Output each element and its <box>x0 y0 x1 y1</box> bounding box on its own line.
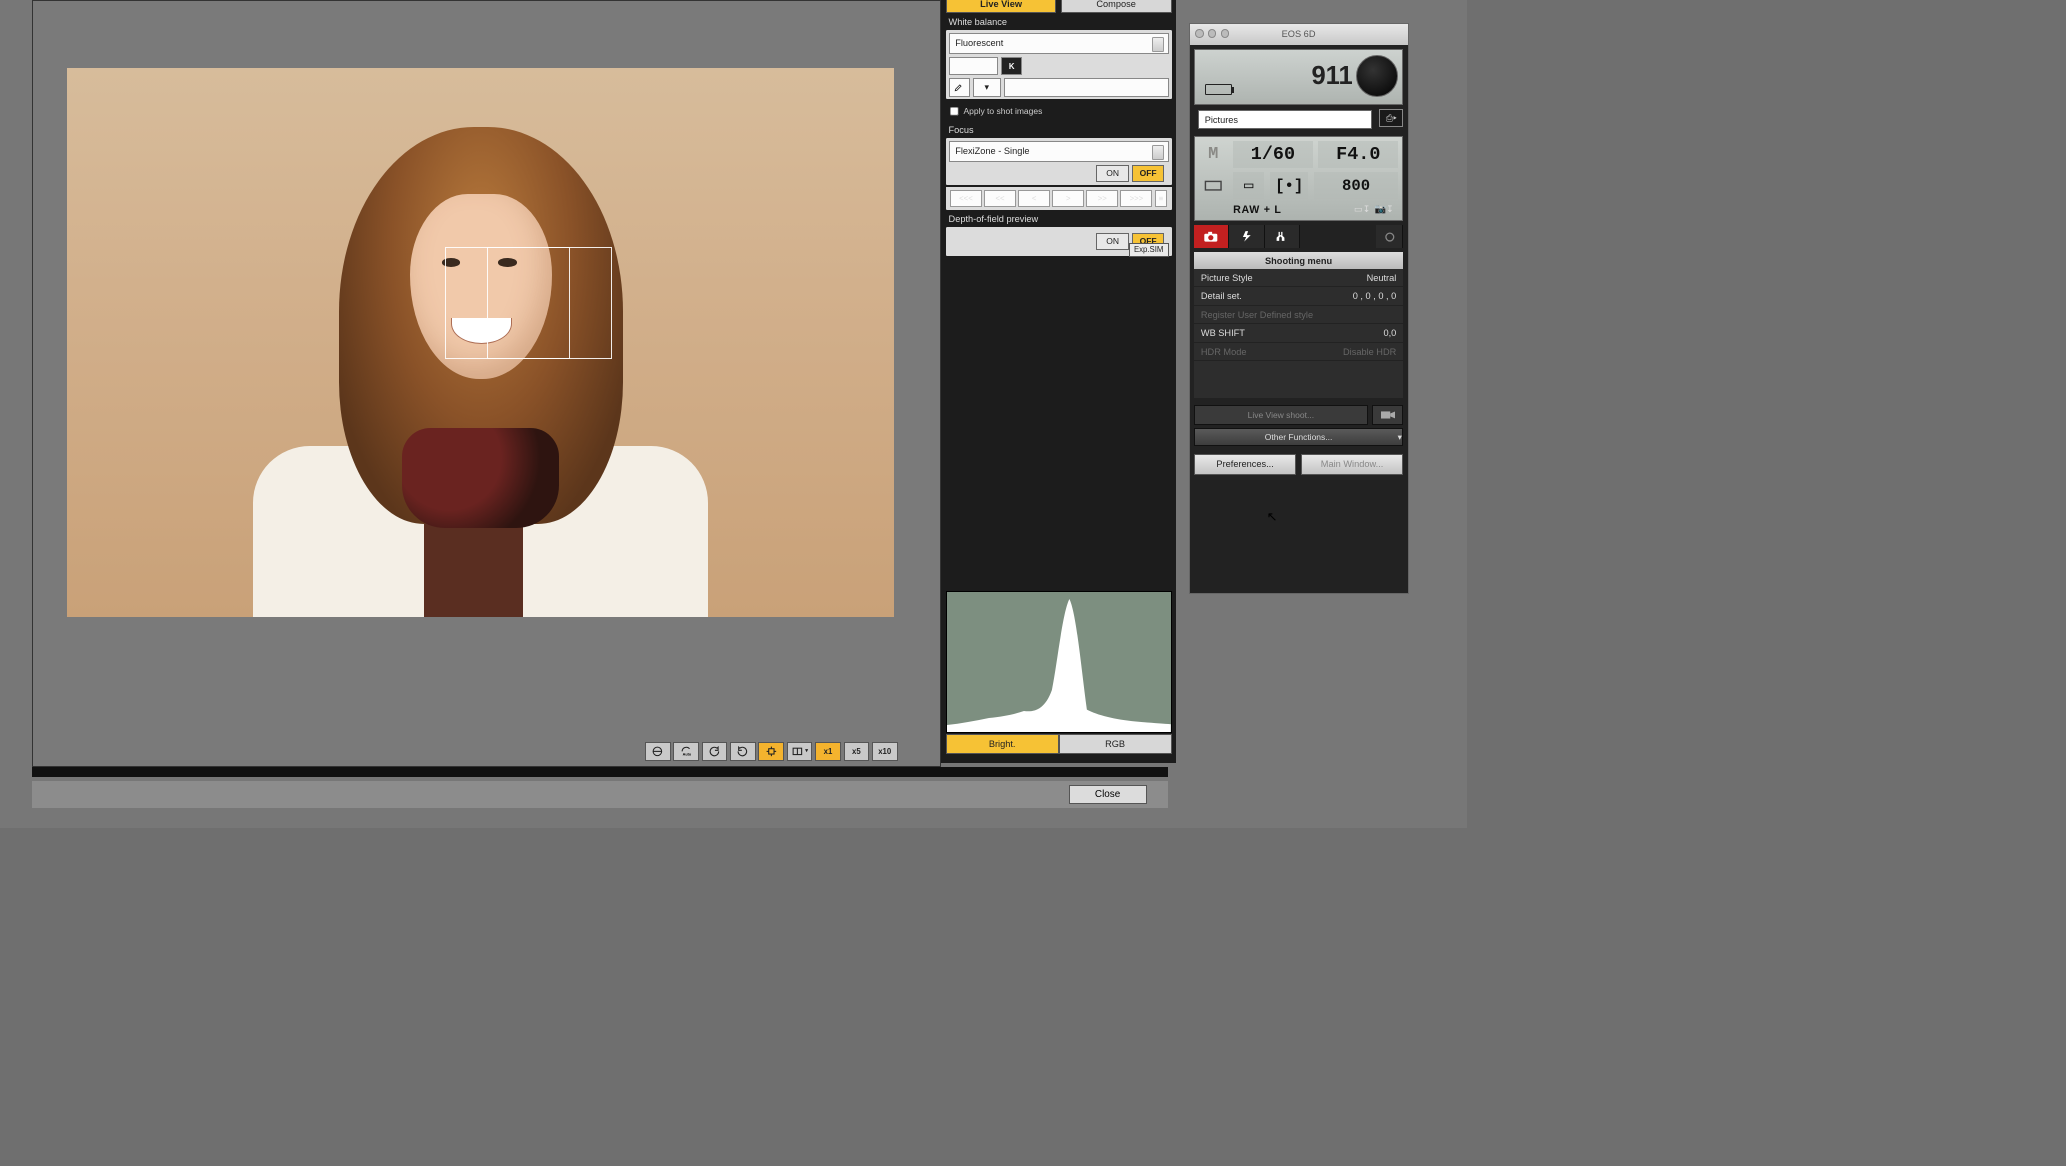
metering-mode-button[interactable]: [•] <box>1270 172 1308 199</box>
auto-rotate-button[interactable]: Auto <box>673 742 699 762</box>
panel-tabs <box>1194 225 1404 248</box>
save-folder-field[interactable]: Pictures <box>1198 110 1372 128</box>
tab-compose[interactable]: Compose <box>1061 0 1172 13</box>
menu-row-wb-shift[interactable]: WB SHIFT0,0 <box>1194 324 1404 342</box>
focus-nav-back2[interactable]: << <box>984 190 1016 207</box>
shooting-menu-header: Shooting menu <box>1194 252 1404 269</box>
zoom-10x-button[interactable]: x10 <box>872 742 898 762</box>
menu-row-picture-style[interactable]: Picture StyleNeutral <box>1194 269 1404 287</box>
focus-area-small[interactable] <box>487 247 570 359</box>
exposure-lcd: M 1/60 F4.0 ▭ [•] 800 RAW + L ▭↧ 📷↧ <box>1194 136 1404 221</box>
focus-title: Focus <box>941 121 1175 138</box>
dof-on-button[interactable]: ON <box>1096 233 1129 250</box>
apply-shot-images-label: Apply to shot images <box>963 106 1042 116</box>
tab-tools[interactable] <box>1265 225 1301 248</box>
live-view-toolbar: Auto ▾ x1 x5 x10 <box>645 742 898 762</box>
histogram-bright-button[interactable]: Bright. <box>946 734 1059 754</box>
live-view-window: Auto ▾ x1 x5 x10 <box>32 0 941 767</box>
wb-sub-select[interactable]: ▾ <box>973 78 1001 96</box>
rotate-cw-button[interactable] <box>730 742 756 762</box>
focus-nav-row: <<< << < > >> >>> ≡ <box>946 187 1172 210</box>
tab-live-view[interactable]: Live View <box>946 0 1057 13</box>
focus-nav-back1[interactable]: < <box>1018 190 1050 207</box>
tab-shooting[interactable] <box>1194 225 1230 248</box>
aspect-overlay-button[interactable]: ▾ <box>787 742 813 762</box>
camera-control-window: EOS 6D 911 Pictures ⎙▸ M 1/60 F4.0 ▭ [•]… <box>1189 23 1409 594</box>
shutter-speed-button[interactable]: 1/60 <box>1233 141 1313 168</box>
rotate-ccw-button[interactable] <box>702 742 728 762</box>
shooting-menu-list: Picture StyleNeutral Detail set.0 , 0 , … <box>1194 269 1404 361</box>
bottom-bar: Close <box>32 781 1168 808</box>
save-folder-browse-button[interactable]: ⎙▸ <box>1379 109 1403 127</box>
portrait-placeholder <box>282 105 680 616</box>
white-balance-title: White balance <box>941 13 1175 30</box>
tab-flash[interactable] <box>1229 225 1265 248</box>
window-controls[interactable] <box>1195 29 1229 38</box>
camera-lcd-shots: 911 <box>1194 49 1404 104</box>
wb-color-field[interactable] <box>1004 78 1169 96</box>
histogram <box>946 591 1172 733</box>
wb-value-field[interactable] <box>949 57 999 75</box>
aperture-button[interactable]: F4.0 <box>1318 141 1398 168</box>
dof-title: Depth-of-field preview <box>941 210 1175 227</box>
apply-shot-images-row: Apply to shot images <box>941 102 1175 121</box>
zoom-1x-button[interactable]: x1 <box>815 742 841 762</box>
live-view-settings-panel: Live View Compose White balance Fluoresc… <box>941 0 1175 763</box>
shooting-mode-label: M <box>1199 141 1227 168</box>
battery-icon <box>1205 84 1232 95</box>
zoom-5x-button[interactable]: x5 <box>844 742 870 762</box>
focus-nav-fwd3[interactable]: >>> <box>1120 190 1152 207</box>
divider <box>32 767 1168 777</box>
histogram-rgb-button[interactable]: RGB <box>1059 734 1172 754</box>
main-window-button[interactable]: Main Window... <box>1301 454 1404 475</box>
eyedropper-button[interactable] <box>949 78 970 96</box>
save-pc-icon: ▭↧ <box>1354 204 1370 216</box>
drive-mode-button[interactable]: ▭ <box>1233 172 1264 199</box>
focus-mode-select[interactable]: FlexiZone - Single <box>949 141 1169 162</box>
apply-shot-images-checkbox[interactable] <box>950 107 959 116</box>
focus-box: FlexiZone - Single ON OFF <box>946 138 1172 185</box>
shots-remaining: 911 <box>1311 62 1352 91</box>
other-functions-button[interactable]: Other Functions...▾ <box>1194 428 1404 446</box>
exp-sim-badge: Exp.SIM <box>1129 243 1169 257</box>
wb-preset-select[interactable]: Fluorescent <box>949 33 1169 54</box>
menu-row-register-style: Register User Defined style <box>1194 306 1404 324</box>
focus-on-button[interactable]: ON <box>1096 165 1129 182</box>
record-button[interactable] <box>1372 405 1403 425</box>
menu-row-hdr: HDR ModeDisable HDR <box>1194 343 1404 361</box>
tab-timer[interactable] <box>1376 225 1403 248</box>
preferences-button[interactable]: Preferences... <box>1194 454 1297 475</box>
image-quality-label[interactable]: RAW + L <box>1199 204 1282 216</box>
wb-click-button[interactable] <box>645 742 671 762</box>
white-balance-box: Fluorescent K ▾ <box>946 30 1172 100</box>
focus-nav-fwd1[interactable]: > <box>1052 190 1084 207</box>
iso-button[interactable]: 800 <box>1314 172 1398 199</box>
focus-point-button[interactable] <box>758 742 784 762</box>
meter-icon <box>1199 172 1227 199</box>
focus-nav-fwd2[interactable]: >> <box>1086 190 1118 207</box>
live-view-shoot-button[interactable]: Live View shoot... <box>1194 405 1368 425</box>
kelvin-badge: K <box>1001 57 1022 75</box>
camera-window-title: EOS 6D <box>1190 24 1408 45</box>
svg-text:Auto: Auto <box>682 753 691 757</box>
focus-off-button[interactable]: OFF <box>1132 165 1165 182</box>
save-cam-icon: 📷↧ <box>1375 204 1394 216</box>
menu-row-detail-set[interactable]: Detail set.0 , 0 , 0 , 0 <box>1194 287 1404 305</box>
mode-dial[interactable] <box>1356 55 1399 98</box>
focus-nav-back3[interactable]: <<< <box>950 190 982 207</box>
focus-nav-extra[interactable]: ≡ <box>1155 190 1168 207</box>
camera-model-label: EOS 6D <box>1282 29 1316 39</box>
close-button[interactable]: Close <box>1069 785 1147 805</box>
